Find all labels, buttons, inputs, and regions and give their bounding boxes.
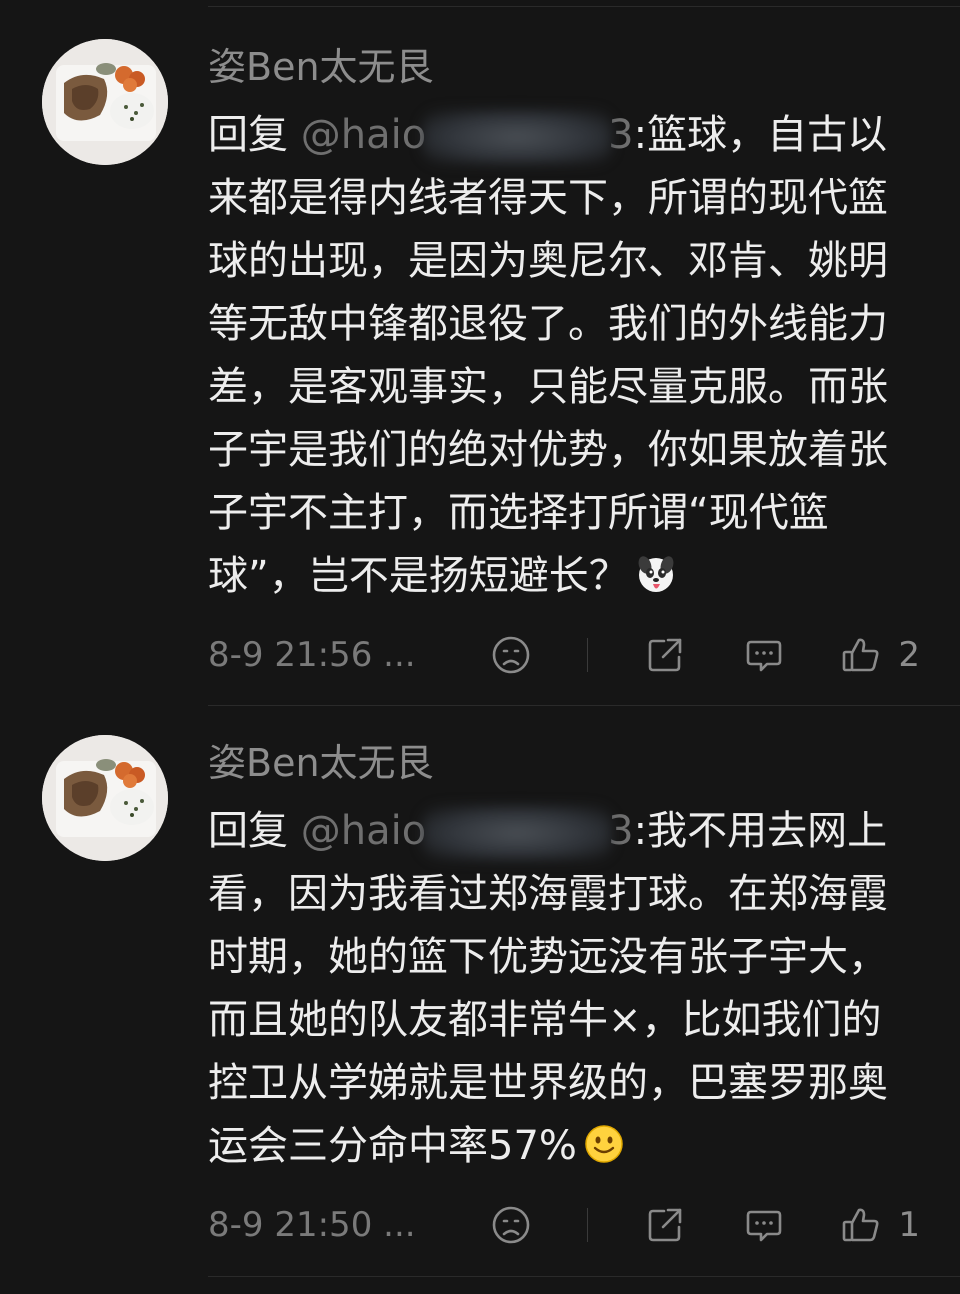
like-count: 2 xyxy=(898,635,920,675)
redaction-blur xyxy=(422,110,613,164)
share-icon xyxy=(648,638,681,672)
avatar-food-image xyxy=(42,735,168,861)
comment-bubble-icon xyxy=(746,1210,782,1242)
comment-bubble-icon xyxy=(746,640,782,672)
mention-link[interactable]: @haio 3 xyxy=(300,110,634,164)
comment-meta: 8-9 21:56 ... 2 xyxy=(208,625,960,685)
username[interactable]: 姿Ben太无艮 xyxy=(208,744,434,782)
avatar[interactable] xyxy=(42,39,168,165)
comment-item: 姿Ben太无艮 回复 @haio 3:我不用去网上看，因为我看过郑海霞打球。在郑海… xyxy=(0,706,960,1276)
username[interactable]: 姿Ben太无艮 xyxy=(208,48,434,86)
thumbs-up-icon xyxy=(843,1208,879,1242)
comment-body: :篮球，自古以来都是得内线者得天下，所谓的现代篮球的出现，是因为奥尼尔、邓肯、姚… xyxy=(208,112,888,599)
share-button[interactable] xyxy=(642,632,688,678)
reply-button[interactable] xyxy=(741,632,787,678)
frown-face-icon xyxy=(492,1206,530,1244)
comment-text: 回复 @haio 3:我不用去网上看，因为我看过郑海霞打球。在郑海霞时期，她的篮下… xyxy=(208,800,920,1178)
mention-link[interactable]: @haio 3 xyxy=(300,806,634,860)
reply-prefix: 回复 xyxy=(208,112,288,158)
comment-body: :我不用去网上看，因为我看过郑海霞打球。在郑海霞时期，她的篮下优势远没有张子宇大… xyxy=(208,808,888,1169)
like-button[interactable]: 1 xyxy=(840,1204,920,1246)
thumbs-up-icon xyxy=(843,638,879,672)
smile-emoji xyxy=(585,1125,623,1163)
action-bar: 2 xyxy=(488,625,920,685)
like-count: 1 xyxy=(898,1205,920,1245)
redaction-blur xyxy=(422,806,613,860)
action-separator xyxy=(587,638,589,672)
reply-button[interactable] xyxy=(741,1202,787,1248)
share-icon xyxy=(648,1208,681,1242)
dog-tongue-emoji xyxy=(638,556,674,592)
mention-handle: @haio xyxy=(300,808,427,854)
comment-meta: 8-9 21:50 ... 1 xyxy=(208,1195,960,1255)
avatar[interactable] xyxy=(42,735,168,861)
timestamp[interactable]: 8-9 21:50 ... xyxy=(208,1205,488,1245)
timestamp[interactable]: 8-9 21:56 ... xyxy=(208,635,488,675)
action-separator xyxy=(587,1208,589,1242)
comment-item: 姿Ben太无艮 回复 @haio 3:篮球，自古以来都是得内线者得天下，所谓的现代… xyxy=(0,0,960,706)
dislike-button[interactable] xyxy=(488,1202,534,1248)
like-button[interactable]: 2 xyxy=(840,634,920,676)
mention-handle: @haio xyxy=(300,112,427,158)
share-button[interactable] xyxy=(642,1202,688,1248)
frown-face-icon xyxy=(492,636,530,674)
dislike-button[interactable] xyxy=(488,632,534,678)
action-bar: 1 xyxy=(488,1195,920,1255)
avatar-food-image xyxy=(42,39,168,165)
bottom-divider xyxy=(208,1276,960,1277)
comment-text: 回复 @haio 3:篮球，自古以来都是得内线者得天下，所谓的现代篮球的出现，是因… xyxy=(208,104,920,608)
reply-prefix: 回复 xyxy=(208,808,288,854)
